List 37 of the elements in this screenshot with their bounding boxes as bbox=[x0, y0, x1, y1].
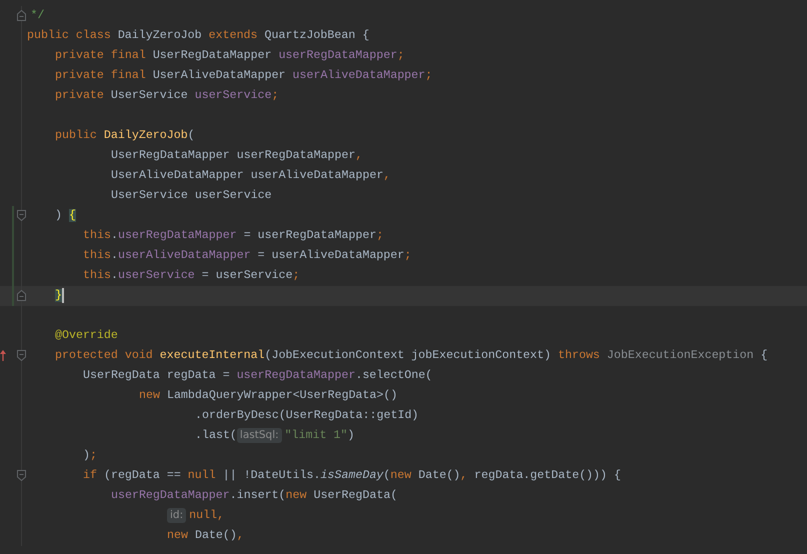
code-line: if (regData == null || !DateUtils.isSameDay(new Date(), regData.getDate())) { bbox=[83, 468, 621, 484]
change-marker[interactable] bbox=[12, 226, 14, 246]
code-line: UserService userService bbox=[111, 188, 272, 204]
code-line: public DailyZeroJob( bbox=[55, 128, 195, 144]
change-marker[interactable] bbox=[12, 206, 14, 226]
fold-icon[interactable] bbox=[17, 350, 26, 361]
fold-icon[interactable] bbox=[17, 470, 26, 481]
code-line: UserAliveDataMapper userAliveDataMapper, bbox=[111, 168, 390, 184]
code-line: this.userService = userService; bbox=[83, 268, 300, 284]
code-line: .orderByDesc(UserRegData::getId) bbox=[195, 408, 419, 424]
change-marker[interactable] bbox=[12, 266, 14, 286]
code-line: private final UserRegDataMapper userRegDataMapper; bbox=[55, 48, 404, 64]
code-line: ); bbox=[83, 448, 97, 464]
code-line: private UserService userService; bbox=[55, 88, 279, 104]
code-line: userRegDataMapper.insert(new UserRegData( bbox=[111, 488, 398, 504]
code-line: null, bbox=[189, 508, 224, 524]
code-line: this.userAliveDataMapper = userAliveDataMapper; bbox=[83, 248, 412, 264]
change-marker[interactable] bbox=[12, 246, 14, 266]
parameter-hint: lastSql: bbox=[236, 428, 282, 444]
code-line: new Date(), bbox=[167, 528, 244, 544]
code-line: private final UserAliveDataMapper userAliveDataMapper; bbox=[55, 68, 432, 84]
override-arrow-icon[interactable] bbox=[0, 349, 6, 362]
code-line: .last( bbox=[195, 428, 237, 444]
code-line: */ bbox=[30, 8, 44, 24]
code-line: UserRegData regData = userRegDataMapper.selectOne( bbox=[83, 368, 432, 384]
code-line: new LambdaQueryWrapper<UserRegData>() bbox=[139, 388, 398, 404]
code-line: this.userRegDataMapper = userRegDataMapper; bbox=[83, 228, 384, 244]
code-line: "limit 1") bbox=[284, 428, 355, 444]
fold-icon[interactable] bbox=[17, 290, 26, 301]
code-line: protected void executeInternal(JobExecutionContext jobExecutionContext) throws JobExecutionException { bbox=[55, 348, 768, 364]
fold-icon[interactable] bbox=[17, 210, 26, 221]
code-line: ) { bbox=[55, 208, 76, 224]
code-line: public class DailyZeroJob extends QuartzJobBean { bbox=[27, 28, 370, 44]
code-line: @Override bbox=[55, 328, 118, 344]
parameter-hint: id: bbox=[167, 508, 186, 524]
code-line: UserRegDataMapper userRegDataMapper, bbox=[111, 148, 362, 164]
fold-icon[interactable] bbox=[17, 10, 26, 21]
